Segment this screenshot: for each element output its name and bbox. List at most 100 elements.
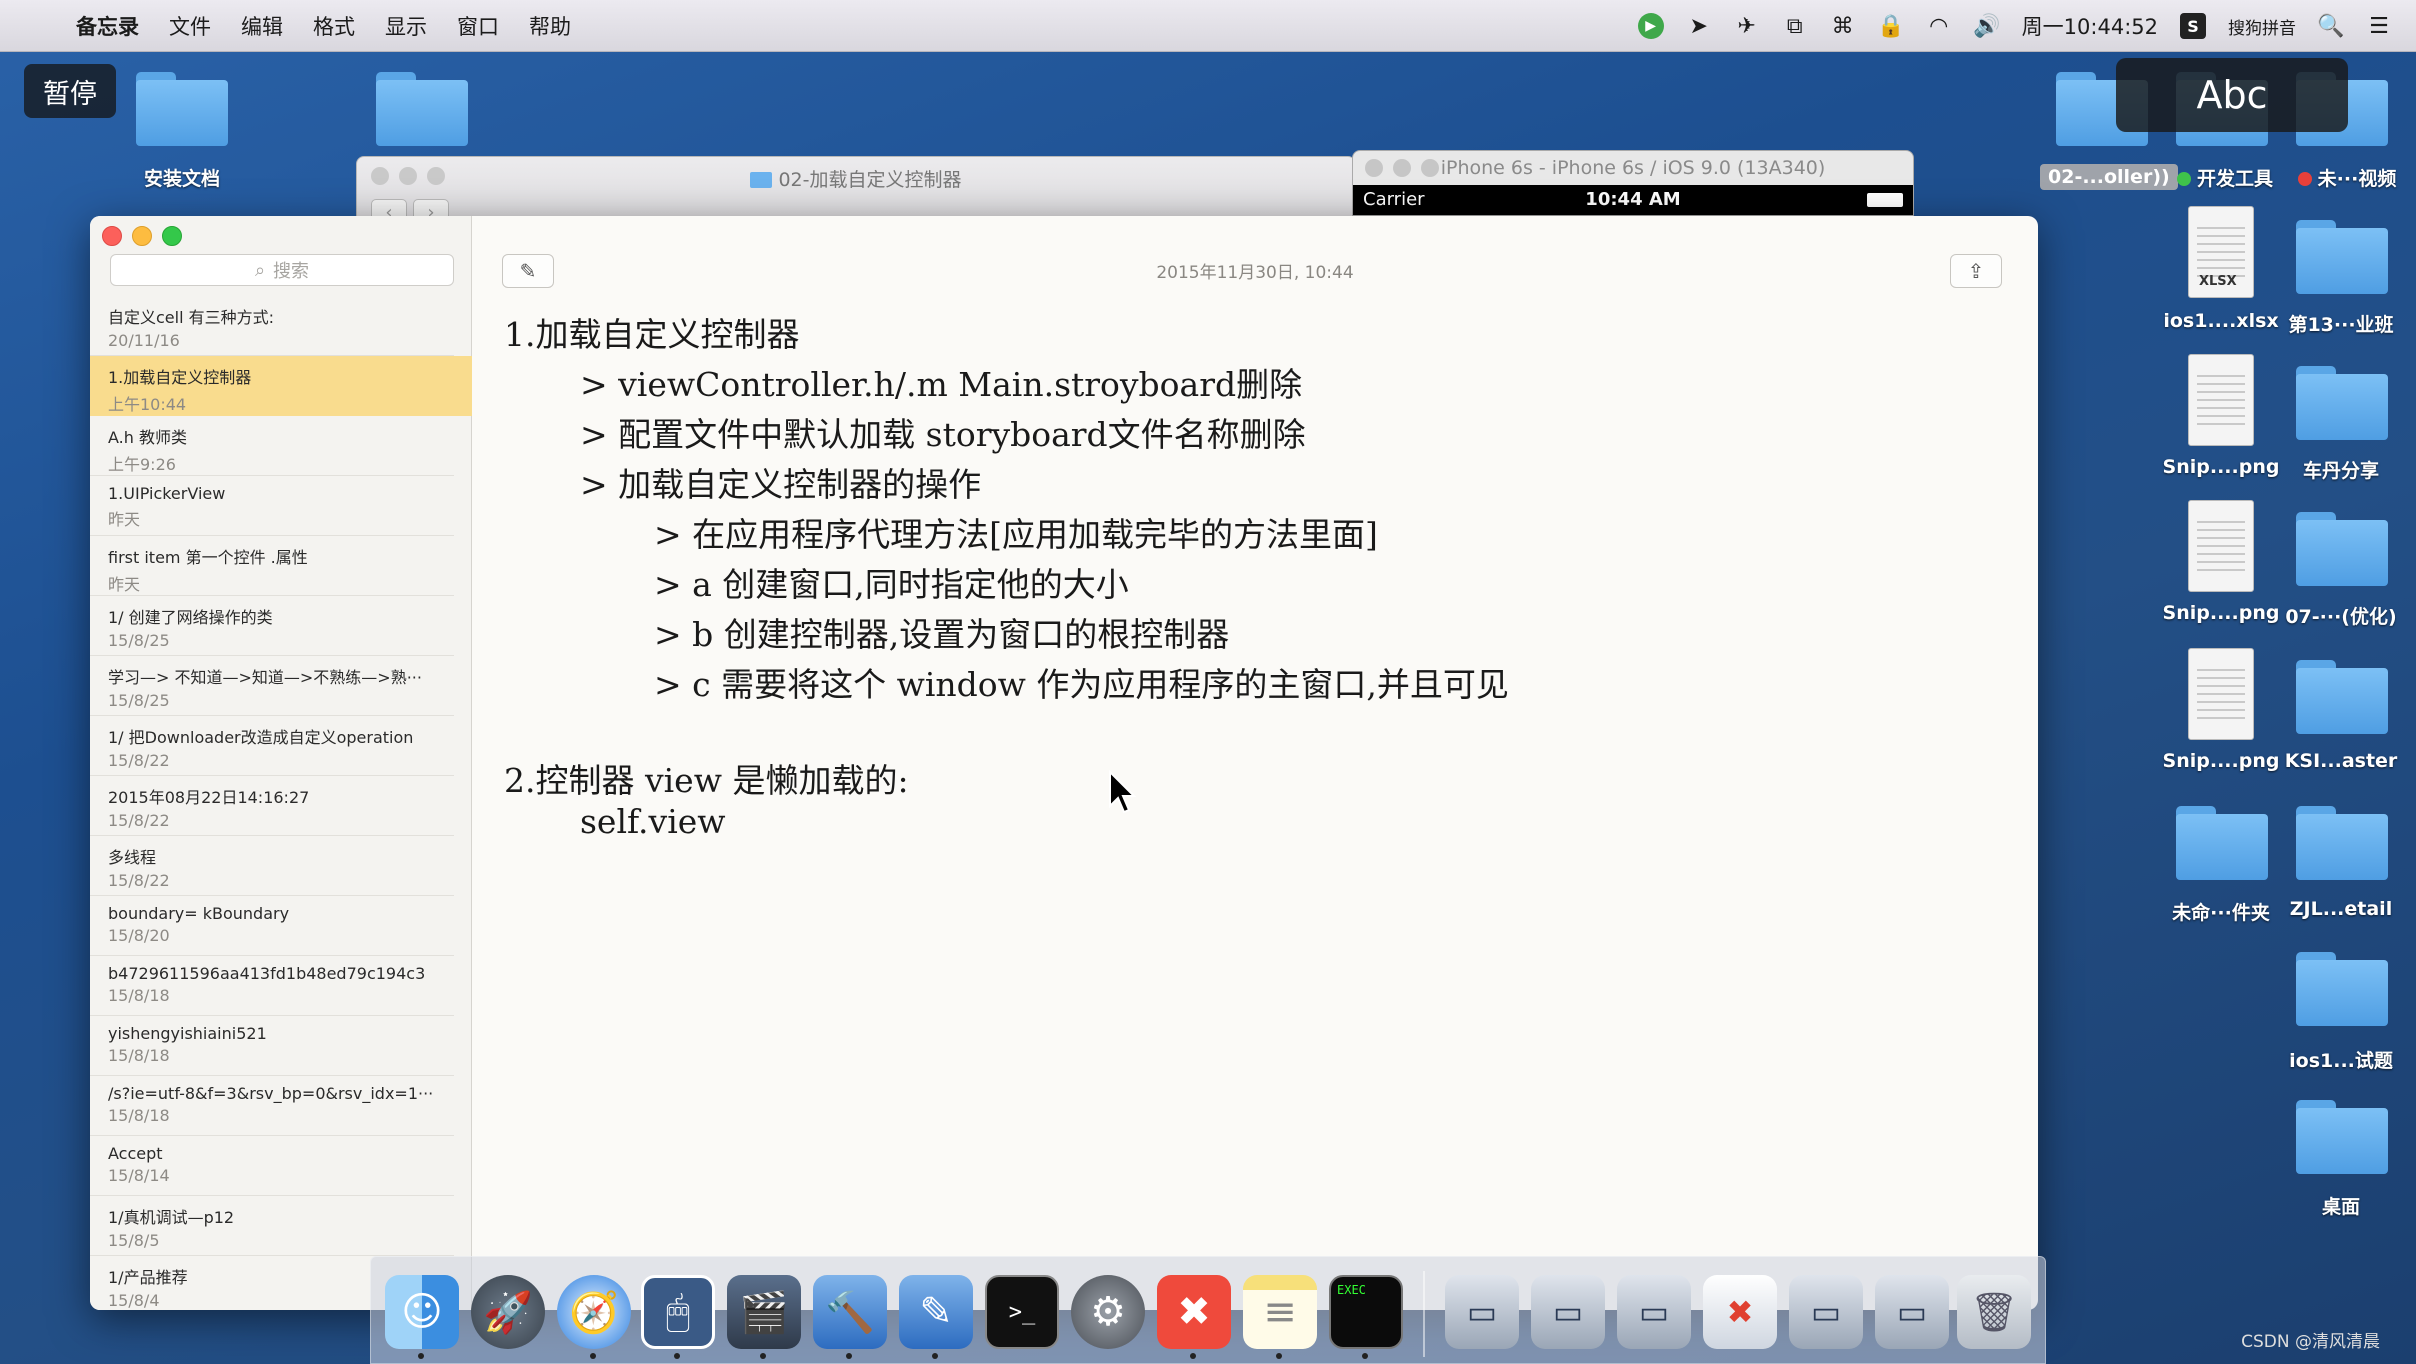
file-type-tag: XLSX: [2199, 274, 2237, 289]
play-status-icon[interactable]: ▶: [1637, 13, 1664, 39]
folder-icon[interactable]: [2296, 512, 2388, 586]
zoom-icon[interactable]: [162, 226, 182, 246]
screen-record-icon[interactable]: ⧉: [1782, 13, 1808, 39]
folder-icon[interactable]: [2296, 1100, 2388, 1174]
folder-icon[interactable]: [2296, 660, 2388, 734]
close-icon[interactable]: [102, 226, 122, 246]
note-date: 15/8/20: [108, 926, 170, 945]
menu-file[interactable]: 文件: [169, 11, 211, 41]
search-input[interactable]: ⌕ 搜索: [110, 254, 454, 286]
network-icon[interactable]: ⌘: [1830, 13, 1856, 39]
screenshot-icon[interactable]: ✖: [1703, 1275, 1777, 1349]
safari-icon[interactable]: 🧭: [557, 1275, 631, 1349]
list-item[interactable]: 1.UIPickerView 昨天: [90, 476, 454, 536]
list-item[interactable]: 学习—> 不知道—>知道—>不熟练—>熟··· 15/8/25: [90, 656, 454, 716]
xlsx-file-icon[interactable]: XLSX: [2188, 206, 2254, 298]
list-item[interactable]: 多线程 15/8/22: [90, 836, 454, 896]
desktop-icon-label-selected[interactable]: 02-...oller)): [2040, 164, 2178, 190]
menu-view[interactable]: 显示: [385, 11, 427, 41]
list-item[interactable]: Accept 15/8/14: [90, 1136, 454, 1196]
wifi-icon[interactable]: ◠: [1926, 13, 1952, 39]
screenshot-icon[interactable]: ▭: [1617, 1275, 1691, 1349]
console-icon[interactable]: EXEC: [1329, 1275, 1403, 1349]
notes-icon[interactable]: ≡: [1243, 1275, 1317, 1349]
finder-icon[interactable]: ☺: [385, 1275, 459, 1349]
list-item[interactable]: boundary= kBoundary 15/8/20: [90, 896, 454, 956]
launchpad-icon[interactable]: 🚀: [471, 1275, 545, 1349]
notes-window: ⌕ 搜索 自定义cell 有三种方式: 20/11/16 1.加载自定义控制器 上午…: [90, 216, 2038, 1310]
note-date: 昨天: [108, 510, 141, 529]
note-date: 20/11/16: [108, 331, 180, 350]
png-file-icon[interactable]: [2188, 354, 2254, 446]
input-method-label[interactable]: 搜狗拼音: [2228, 14, 2296, 39]
folder-icon[interactable]: [2296, 366, 2388, 440]
menu-format[interactable]: 格式: [313, 11, 355, 41]
folder-icon[interactable]: [2296, 806, 2388, 880]
list-item[interactable]: 2015年08月22日14:16:27 15/8/22: [90, 776, 454, 836]
spotlight-icon[interactable]: 🔍: [2317, 13, 2344, 39]
tag-label: 未···视频: [2317, 168, 2397, 190]
menu-app-name[interactable]: 备忘录: [76, 11, 139, 41]
menu-help[interactable]: 帮助: [529, 11, 571, 41]
share-icon: ⇪: [1967, 259, 1985, 283]
list-item[interactable]: 1/真机调试—p12 15/8/5: [90, 1196, 454, 1256]
notification-center-icon[interactable]: ☰: [2366, 13, 2392, 39]
minimize-icon[interactable]: [132, 226, 152, 246]
mouse-icon[interactable]: 🖱: [641, 1275, 715, 1349]
list-item[interactable]: yishengyishiaini521 15/8/18: [90, 1016, 454, 1076]
desktop-icon-label[interactable]: 开发工具: [2160, 164, 2290, 191]
menu-window[interactable]: 窗口: [457, 11, 499, 41]
desktop-icon-label: KSI...aster: [2284, 750, 2398, 772]
share-button[interactable]: ⇪: [1950, 254, 2002, 288]
desktop-icon-label: 07-···(优化): [2285, 606, 2397, 628]
folder-icon[interactable]: [2296, 952, 2388, 1026]
running-indicator: [674, 1353, 680, 1359]
screenshot-icon[interactable]: ▭: [1531, 1275, 1605, 1349]
instruments-icon[interactable]: ✎: [899, 1275, 973, 1349]
list-item[interactable]: 自定义cell 有三种方式: 20/11/16: [90, 296, 454, 356]
system-preferences-icon[interactable]: ⚙: [1071, 1275, 1145, 1349]
menu-edit[interactable]: 编辑: [241, 11, 283, 41]
menubar-clock[interactable]: 周一10:44:52: [2022, 11, 2158, 41]
png-file-icon[interactable]: [2188, 648, 2254, 740]
folder-icon[interactable]: [376, 72, 468, 146]
folder-icon[interactable]: [136, 72, 228, 146]
running-indicator: [760, 1353, 766, 1359]
lock-icon[interactable]: 🔒: [1877, 13, 1904, 39]
watermark: CSDN @清风清晨: [2241, 1332, 2380, 1352]
terminal-icon[interactable]: >_: [985, 1275, 1059, 1349]
screenshot-icon[interactable]: ▭: [1445, 1275, 1519, 1349]
trash-icon[interactable]: 🗑: [1957, 1275, 2031, 1349]
location-icon[interactable]: ➤: [1686, 13, 1712, 39]
list-item-selected[interactable]: 1.加载自定义控制器 上午10:44: [90, 356, 472, 416]
xmind-icon[interactable]: ✖: [1157, 1275, 1231, 1349]
list-item[interactable]: /s?ie=utf-8&f=3&rsv_bp=0&rsv_idx=1··· 15/…: [90, 1076, 454, 1136]
finder-title-text: 02-加载自定义控制器: [778, 169, 962, 191]
airplane-icon[interactable]: ✈: [1734, 13, 1760, 39]
xcode-icon[interactable]: 🔨: [813, 1275, 887, 1349]
note-date: 上午9:26: [108, 455, 176, 474]
list-item[interactable]: first item 第一个控件 .属性 昨天: [90, 536, 454, 596]
png-file-icon[interactable]: [2188, 500, 2254, 592]
folder-icon[interactable]: [2176, 806, 2268, 880]
note-title: A.h 教师类: [108, 428, 187, 447]
desktop-icon-label[interactable]: 未···视频: [2282, 164, 2412, 191]
screenshot-icon[interactable]: ▭: [1875, 1275, 1949, 1349]
list-item[interactable]: A.h 教师类 上午9:26: [90, 416, 454, 476]
pause-badge[interactable]: 暂停: [24, 64, 116, 118]
list-item[interactable]: 1/ 把Downloader改造成自定义operation 15/8/22: [90, 716, 454, 776]
note-line: > c 需要将这个 window 作为应用程序的主窗口,并且可见: [654, 665, 1509, 704]
volume-icon[interactable]: 🔊: [1973, 13, 2000, 39]
folder-icon[interactable]: [2296, 220, 2388, 294]
note-date: 15/8/18: [108, 1106, 170, 1125]
note-editor[interactable]: ✎ 2015年11月30日, 10:44 ⇪ 1.加载自定义控制器 > view…: [472, 216, 2038, 1310]
simulator-title: iPhone 6s - iPhone 6s / iOS 9.0 (13A340): [1440, 157, 1826, 179]
finder-title: 02-加载自定义控制器: [357, 165, 1355, 192]
screenshot-icon[interactable]: ▭: [1789, 1275, 1863, 1349]
sogou-icon[interactable]: S: [2180, 13, 2206, 39]
note-title: /s?ie=utf-8&f=3&rsv_bp=0&rsv_idx=1···: [108, 1084, 434, 1103]
list-item[interactable]: 1/ 创建了网络操作的类 15/8/25: [90, 596, 454, 656]
list-item[interactable]: b4729611596aa413fd1b48ed79c194c3 15/8/18: [90, 956, 454, 1016]
simulator-window[interactable]: iPhone 6s - iPhone 6s / iOS 9.0 (13A340)…: [1352, 150, 1914, 216]
photo-booth-icon[interactable]: 🎬: [727, 1275, 801, 1349]
